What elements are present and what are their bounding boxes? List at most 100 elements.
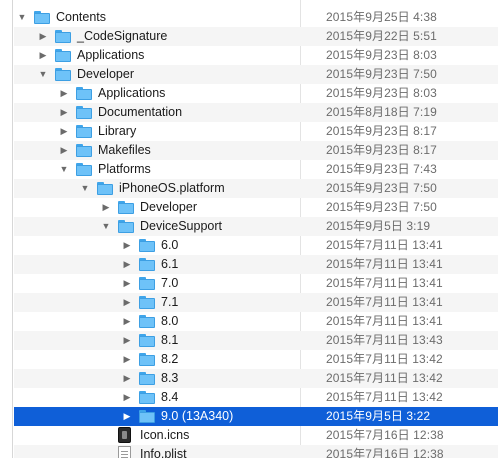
- disclosure-triangle-closed-icon[interactable]: ▶: [121, 388, 133, 407]
- file-name: Icon.icns: [140, 428, 190, 442]
- file-name: Applications: [98, 86, 166, 100]
- name-cell: Info.plist: [14, 445, 314, 458]
- icns-file-icon: [118, 427, 131, 443]
- disclosure-triangle-closed-icon[interactable]: ▶: [58, 103, 70, 122]
- list-item[interactable]: Icon.icns 2015年7月16日 12:38: [14, 426, 498, 445]
- list-item[interactable]: ▶ 8.2 2015年7月11日 13:42: [14, 350, 498, 369]
- file-name: Library: [98, 124, 137, 138]
- file-name: Developer: [140, 200, 197, 214]
- list-item[interactable]: ▼ Developer 2015年9月23日 7:50: [14, 65, 498, 84]
- list-item[interactable]: ▶ 7.1 2015年7月11日 13:41: [14, 293, 498, 312]
- list-item[interactable]: Info.plist 2015年7月16日 12:38: [14, 445, 498, 458]
- name-cell: ▶ 6.0: [14, 236, 314, 255]
- list-item[interactable]: ▶ 7.0 2015年7月11日 13:41: [14, 274, 498, 293]
- file-name: _CodeSignature: [77, 29, 168, 43]
- folder-icon: [139, 258, 155, 271]
- name-cell: ▼ DeviceSupport: [14, 217, 314, 236]
- name-cell: ▶ 8.4: [14, 388, 314, 407]
- list-item[interactable]: ▼ Platforms 2015年9月23日 7:43: [14, 160, 498, 179]
- name-cell: ▶ 7.0: [14, 274, 314, 293]
- disclosure-triangle-open-icon[interactable]: ▼: [58, 160, 70, 179]
- disclosure-triangle-closed-icon[interactable]: ▶: [121, 312, 133, 331]
- list-item[interactable]: ▶ Developer 2015年9月23日 7:50: [14, 198, 498, 217]
- disclosure-triangle-closed-icon[interactable]: ▶: [121, 274, 133, 293]
- file-name: Applications: [77, 48, 145, 62]
- disclosure-triangle-closed-icon[interactable]: ▶: [58, 141, 70, 160]
- date-modified: 2015年9月22日 5:51: [326, 29, 437, 43]
- name-cell: ▼ Developer: [14, 65, 314, 84]
- file-name: Developer: [77, 67, 134, 81]
- date-modified: 2015年7月11日 13:43: [326, 333, 443, 347]
- disclosure-triangle-open-icon[interactable]: ▼: [37, 65, 49, 84]
- list-item[interactable]: ▶ 8.0 2015年7月11日 13:41: [14, 312, 498, 331]
- file-name: 8.0: [161, 314, 179, 328]
- date-modified: 2015年7月11日 13:42: [326, 390, 443, 404]
- folder-icon: [97, 182, 113, 195]
- date-modified: 2015年9月23日 7:50: [326, 200, 437, 214]
- list-item[interactable]: ▼ Contents 2015年9月25日 4:38: [14, 8, 498, 27]
- list-item[interactable]: ▼ DeviceSupport 2015年9月5日 3:19: [14, 217, 498, 236]
- disclosure-triangle-closed-icon[interactable]: ▶: [58, 84, 70, 103]
- folder-icon: [139, 315, 155, 328]
- list-item[interactable]: ▶ 8.4 2015年7月11日 13:42: [14, 388, 498, 407]
- disclosure-triangle-closed-icon[interactable]: ▶: [121, 407, 133, 426]
- folder-icon: [55, 68, 71, 81]
- list-item[interactable]: ▼ iPhoneOS.platform 2015年9月23日 7:50: [14, 179, 498, 198]
- disclosure-triangle-open-icon[interactable]: ▼: [79, 179, 91, 198]
- disclosure-triangle-closed-icon[interactable]: ▶: [121, 331, 133, 350]
- list-item[interactable]: ▶ 6.0 2015年7月11日 13:41: [14, 236, 498, 255]
- list-item[interactable]: ▶ Applications 2015年9月23日 8:03: [14, 84, 498, 103]
- file-name: Makefiles: [98, 143, 151, 157]
- folder-icon: [76, 106, 92, 119]
- file-list[interactable]: ▼ Contents 2015年9月25日 4:38 ▶ _CodeSignature 2…: [14, 8, 498, 458]
- name-cell: ▶ 8.1: [14, 331, 314, 350]
- date-modified: 2015年7月16日 12:38: [326, 447, 444, 458]
- disclosure-triangle-open-icon[interactable]: ▼: [100, 217, 112, 236]
- disclosure-triangle-closed-icon[interactable]: ▶: [58, 122, 70, 141]
- list-item[interactable]: ▶ Applications 2015年9月23日 8:03: [14, 46, 498, 65]
- folder-icon: [34, 11, 50, 24]
- file-name: 8.2: [161, 352, 179, 366]
- date-modified: 2015年9月25日 4:38: [326, 10, 437, 24]
- date-modified: 2015年9月23日 7:50: [326, 67, 437, 81]
- name-cell: ▶ _CodeSignature: [14, 27, 314, 46]
- date-modified: 2015年7月11日 13:41: [326, 276, 443, 290]
- name-cell: ▼ iPhoneOS.platform: [14, 179, 314, 198]
- disclosure-triangle-closed-icon[interactable]: ▶: [121, 293, 133, 312]
- file-name: 6.1: [161, 257, 179, 271]
- disclosure-triangle-closed-icon[interactable]: ▶: [121, 236, 133, 255]
- folder-icon: [76, 144, 92, 157]
- folder-icon: [139, 353, 155, 366]
- disclosure-triangle-open-icon[interactable]: ▼: [16, 8, 28, 27]
- disclosure-triangle-closed-icon[interactable]: ▶: [121, 369, 133, 388]
- name-cell: Icon.icns: [14, 426, 314, 445]
- list-item[interactable]: ▶ 8.1 2015年7月11日 13:43: [14, 331, 498, 350]
- file-name: 6.0: [161, 238, 179, 252]
- disclosure-triangle-closed-icon[interactable]: ▶: [100, 198, 112, 217]
- name-cell: ▶ 8.2: [14, 350, 314, 369]
- folder-icon: [139, 410, 155, 423]
- folder-icon: [139, 334, 155, 347]
- disclosure-triangle-closed-icon[interactable]: ▶: [121, 255, 133, 274]
- list-item[interactable]: ▶ Makefiles 2015年9月23日 8:17: [14, 141, 498, 160]
- file-name: 8.1: [161, 333, 179, 347]
- disclosure-triangle-closed-icon[interactable]: ▶: [121, 350, 133, 369]
- disclosure-triangle-closed-icon[interactable]: ▶: [37, 27, 49, 46]
- date-modified: 2015年9月23日 7:43: [326, 162, 437, 176]
- file-name: 9.0 (13A340): [161, 409, 234, 423]
- file-name: Platforms: [98, 162, 151, 176]
- list-item[interactable]: ▶ Library 2015年9月23日 8:17: [14, 122, 498, 141]
- name-cell: ▶ Makefiles: [14, 141, 314, 160]
- file-name: Info.plist: [140, 447, 187, 458]
- folder-icon: [139, 372, 155, 385]
- list-item[interactable]: ▶ 9.0 (13A340) 2015年9月5日 3:22: [14, 407, 498, 426]
- disclosure-triangle-closed-icon[interactable]: ▶: [37, 46, 49, 65]
- file-name: DeviceSupport: [140, 219, 222, 233]
- name-cell: ▶ 9.0 (13A340): [14, 407, 314, 426]
- list-item[interactable]: ▶ Documentation 2015年8月18日 7:19: [14, 103, 498, 122]
- date-modified: 2015年9月23日 8:03: [326, 86, 437, 100]
- list-item[interactable]: ▶ 6.1 2015年7月11日 13:41: [14, 255, 498, 274]
- folder-icon: [139, 277, 155, 290]
- list-item[interactable]: ▶ _CodeSignature 2015年9月22日 5:51: [14, 27, 498, 46]
- list-item[interactable]: ▶ 8.3 2015年7月11日 13:42: [14, 369, 498, 388]
